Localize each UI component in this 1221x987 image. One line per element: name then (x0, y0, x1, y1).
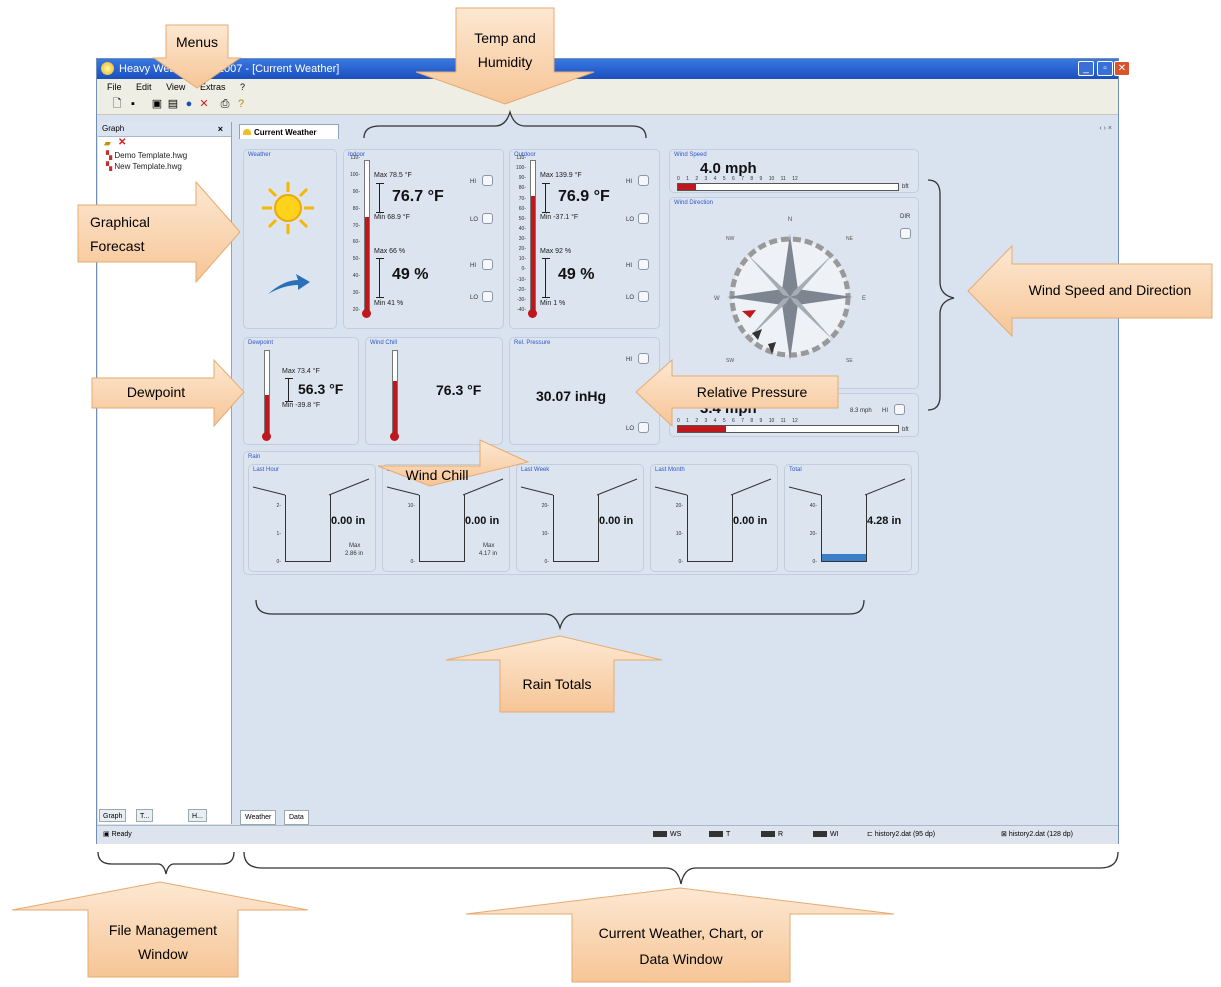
callout-current-weather: Current Weather, Chart, or Data Window (598, 925, 764, 967)
callout-arrows (11, 7, 1213, 983)
callout-menus: Menus (175, 34, 219, 50)
callout-graphical-forecast: Graphical Forecast (90, 214, 150, 254)
callout-dewpoint: Dewpoint (126, 384, 186, 400)
callout-relative-pressure: Relative Pressure (696, 384, 808, 400)
callout-wind-chill: Wind Chill (405, 467, 469, 483)
rain-totals-arrow (445, 635, 663, 713)
callout-rain-totals: Rain Totals (522, 676, 592, 692)
callout-file-management: File Management Window (108, 922, 218, 962)
callout-wind-speed-direction: Wind Speed and Direction (1028, 282, 1192, 298)
callout-temp-humidity: Temp and Humidity (474, 30, 536, 70)
